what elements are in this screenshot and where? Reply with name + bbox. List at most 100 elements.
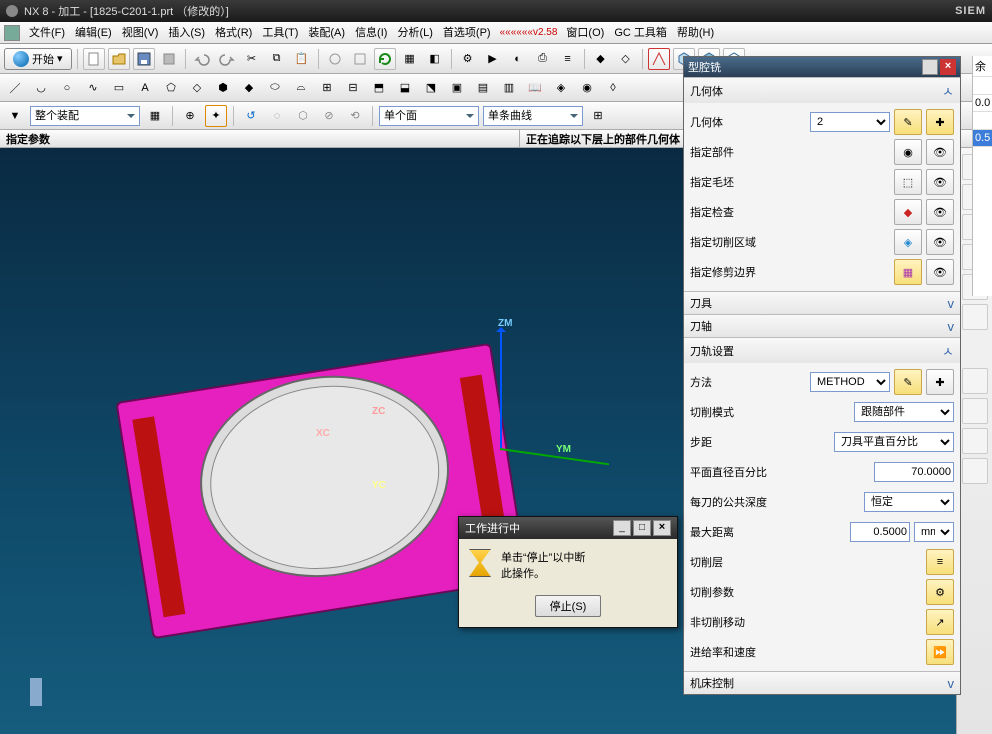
geometry-select[interactable]: 2 [810,112,890,132]
shape-icon[interactable]: ▣ [446,77,468,99]
dock-icon[interactable] [962,428,988,454]
blank-display-icon[interactable]: 👁 [926,169,954,195]
shape-icon[interactable]: ⬢ [212,77,234,99]
start-button[interactable]: 开始 ▾ [4,48,72,70]
sliver-value-selected[interactable]: 0.5 [973,130,992,147]
cutlayers-icon[interactable]: ≡ [926,549,954,575]
menu-file[interactable]: 文件(F) [24,22,70,44]
filter-icon[interactable]: ▼ [4,105,26,127]
feeds-icon[interactable]: ⏩ [926,639,954,665]
section-tool-header[interactable]: 刀具v [684,292,960,314]
cutarea-display-icon[interactable]: 👁 [926,229,954,255]
copy-icon[interactable]: ⧉ [266,48,288,70]
arc-icon[interactable]: ◡ [30,77,52,99]
maxdist-unit-select[interactable]: mm [914,522,954,542]
book-icon[interactable]: 📖 [524,77,546,99]
shape-icon[interactable]: ⬒ [368,77,390,99]
cutparams-icon[interactable]: ⚙ [926,579,954,605]
menu-insert[interactable]: 插入(S) [163,22,210,44]
shape-icon[interactable]: ⌓ [290,77,312,99]
stepover-select[interactable]: 刀具平直百分比 [834,432,954,452]
noncut-icon[interactable]: ↗ [926,609,954,635]
panel-header[interactable]: 型腔铣 × [684,57,960,77]
shape-icon[interactable]: ⊟ [342,77,364,99]
panel-settings-icon[interactable] [922,59,938,75]
redo-icon[interactable] [216,48,238,70]
simulate-icon[interactable]: ◐ [507,48,529,70]
save-icon[interactable] [133,48,155,70]
panel-close-icon[interactable]: × [940,59,956,75]
new-file-icon[interactable] [83,48,105,70]
verify-icon[interactable]: ▶ [482,48,504,70]
section-mct-header[interactable]: 机床控制v [684,672,960,694]
shape-icon[interactable]: ◊ [602,77,624,99]
menu-info[interactable]: 信息(I) [350,22,392,44]
shape-icon[interactable]: ⊞ [316,77,338,99]
menu-format[interactable]: 格式(R) [210,22,257,44]
section-path-header[interactable]: 刀轨设置ㅅ [684,338,960,363]
menu-analyze[interactable]: 分析(L) [392,22,437,44]
shape-icon[interactable]: ◈ [550,77,572,99]
trim-display-icon[interactable]: 👁 [926,259,954,285]
shape-icon[interactable]: ▥ [498,77,520,99]
face-filter-combo[interactable]: 单个面 [379,106,479,126]
assembly-scope-combo[interactable]: 整个装配 [30,106,140,126]
open-file-icon[interactable] [108,48,130,70]
refresh-icon[interactable] [374,48,396,70]
spline-icon[interactable]: ∿ [82,77,104,99]
sel-highlight-icon[interactable]: ✦ [205,105,227,127]
misc-icon[interactable]: ◇ [615,48,637,70]
post-icon[interactable]: ⎙ [532,48,554,70]
shape-icon[interactable]: ⬠ [160,77,182,99]
cut-icon[interactable]: ✂ [241,48,263,70]
shape-icon[interactable]: ⬓ [394,77,416,99]
undo-icon[interactable] [191,48,213,70]
shape-icon[interactable]: ▤ [472,77,494,99]
edit-geometry-icon[interactable]: ✎ [894,109,922,135]
close-icon[interactable]: × [653,520,671,536]
part-select-icon[interactable]: ◉ [894,139,922,165]
method-new-icon[interactable]: ✚ [926,369,954,395]
sel-icon[interactable]: ⊞ [587,105,609,127]
misc-icon[interactable]: ◆ [590,48,612,70]
menu-assembly[interactable]: 装配(A) [303,22,350,44]
maximize-icon[interactable]: □ [633,520,651,536]
dock-icon[interactable] [962,398,988,424]
paste-icon[interactable]: 📋 [291,48,313,70]
cutpattern-select[interactable]: 跟随部件 [854,402,954,422]
check-select-icon[interactable]: ◆ [894,199,922,225]
depth-select[interactable]: 恒定 [864,492,954,512]
stop-button[interactable]: 停止(S) [535,595,602,617]
dock-icon[interactable] [962,304,988,330]
method-select[interactable]: METHOD [810,372,890,392]
dock-icon[interactable] [962,368,988,394]
sel-icon[interactable]: ⊕ [179,105,201,127]
menu-edit[interactable]: 编辑(E) [70,22,117,44]
curve-filter-combo[interactable]: 单条曲线 [483,106,583,126]
menu-view[interactable]: 视图(V) [117,22,164,44]
trim-select-icon[interactable]: ▦ [894,259,922,285]
percent-input[interactable] [874,462,954,482]
part-display-icon[interactable]: 👁 [926,139,954,165]
circle-icon[interactable]: ○ [56,77,78,99]
tool-icon[interactable] [349,48,371,70]
maxdist-input[interactable] [850,522,910,542]
section-axis-header[interactable]: 刀轴v [684,315,960,337]
tool-icon[interactable]: ◧ [424,48,446,70]
new-geometry-icon[interactable]: ✚ [926,109,954,135]
cutarea-select-icon[interactable]: ◈ [894,229,922,255]
rotate-icon[interactable]: ↺ [240,105,262,127]
sel-icon[interactable]: ▦ [144,105,166,127]
tool-icon[interactable]: ▦ [399,48,421,70]
method-edit-icon[interactable]: ✎ [894,369,922,395]
menu-tool[interactable]: 工具(T) [257,22,303,44]
generate-icon[interactable]: ⚙ [457,48,479,70]
dock-icon[interactable] [962,458,988,484]
rect-icon[interactable]: ▭ [108,77,130,99]
menu-window[interactable]: 窗口(O) [561,22,609,44]
shape-icon[interactable]: ◆ [238,77,260,99]
shape-icon[interactable]: ⬔ [420,77,442,99]
shape-icon[interactable]: ◇ [186,77,208,99]
minimize-icon[interactable]: _ [613,520,631,536]
list-icon[interactable]: ≡ [557,48,579,70]
